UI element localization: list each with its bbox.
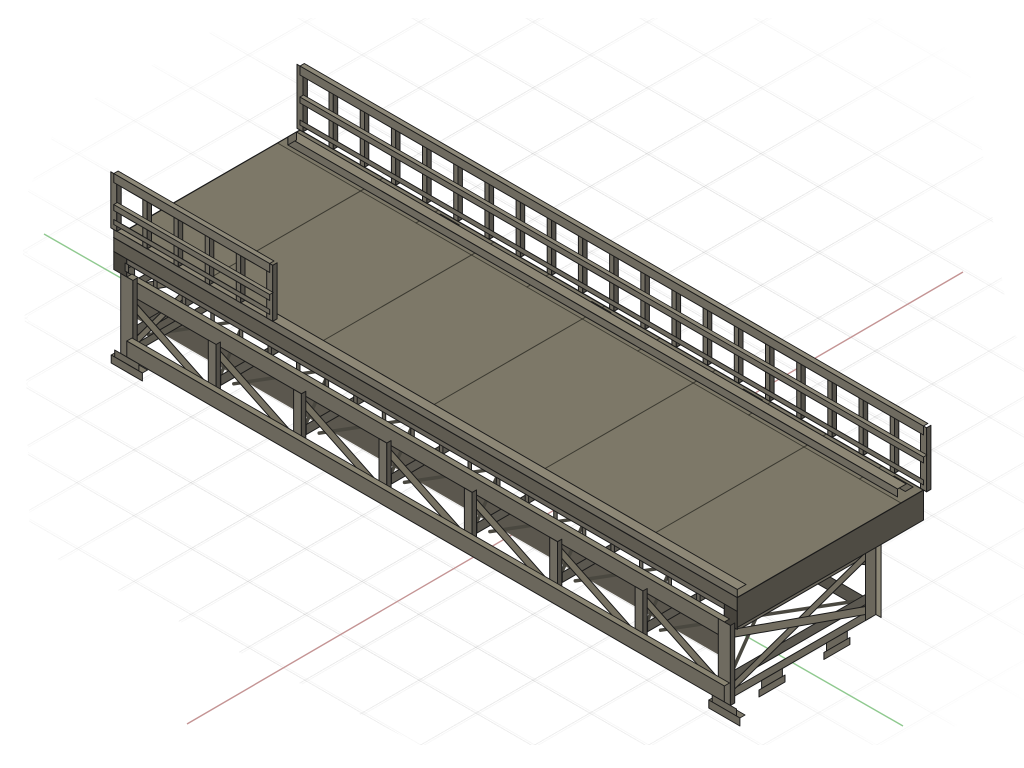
cad-viewport[interactable] <box>0 0 1024 768</box>
bridge-model[interactable] <box>111 64 931 727</box>
viewport-3d-scene[interactable] <box>0 0 1024 768</box>
